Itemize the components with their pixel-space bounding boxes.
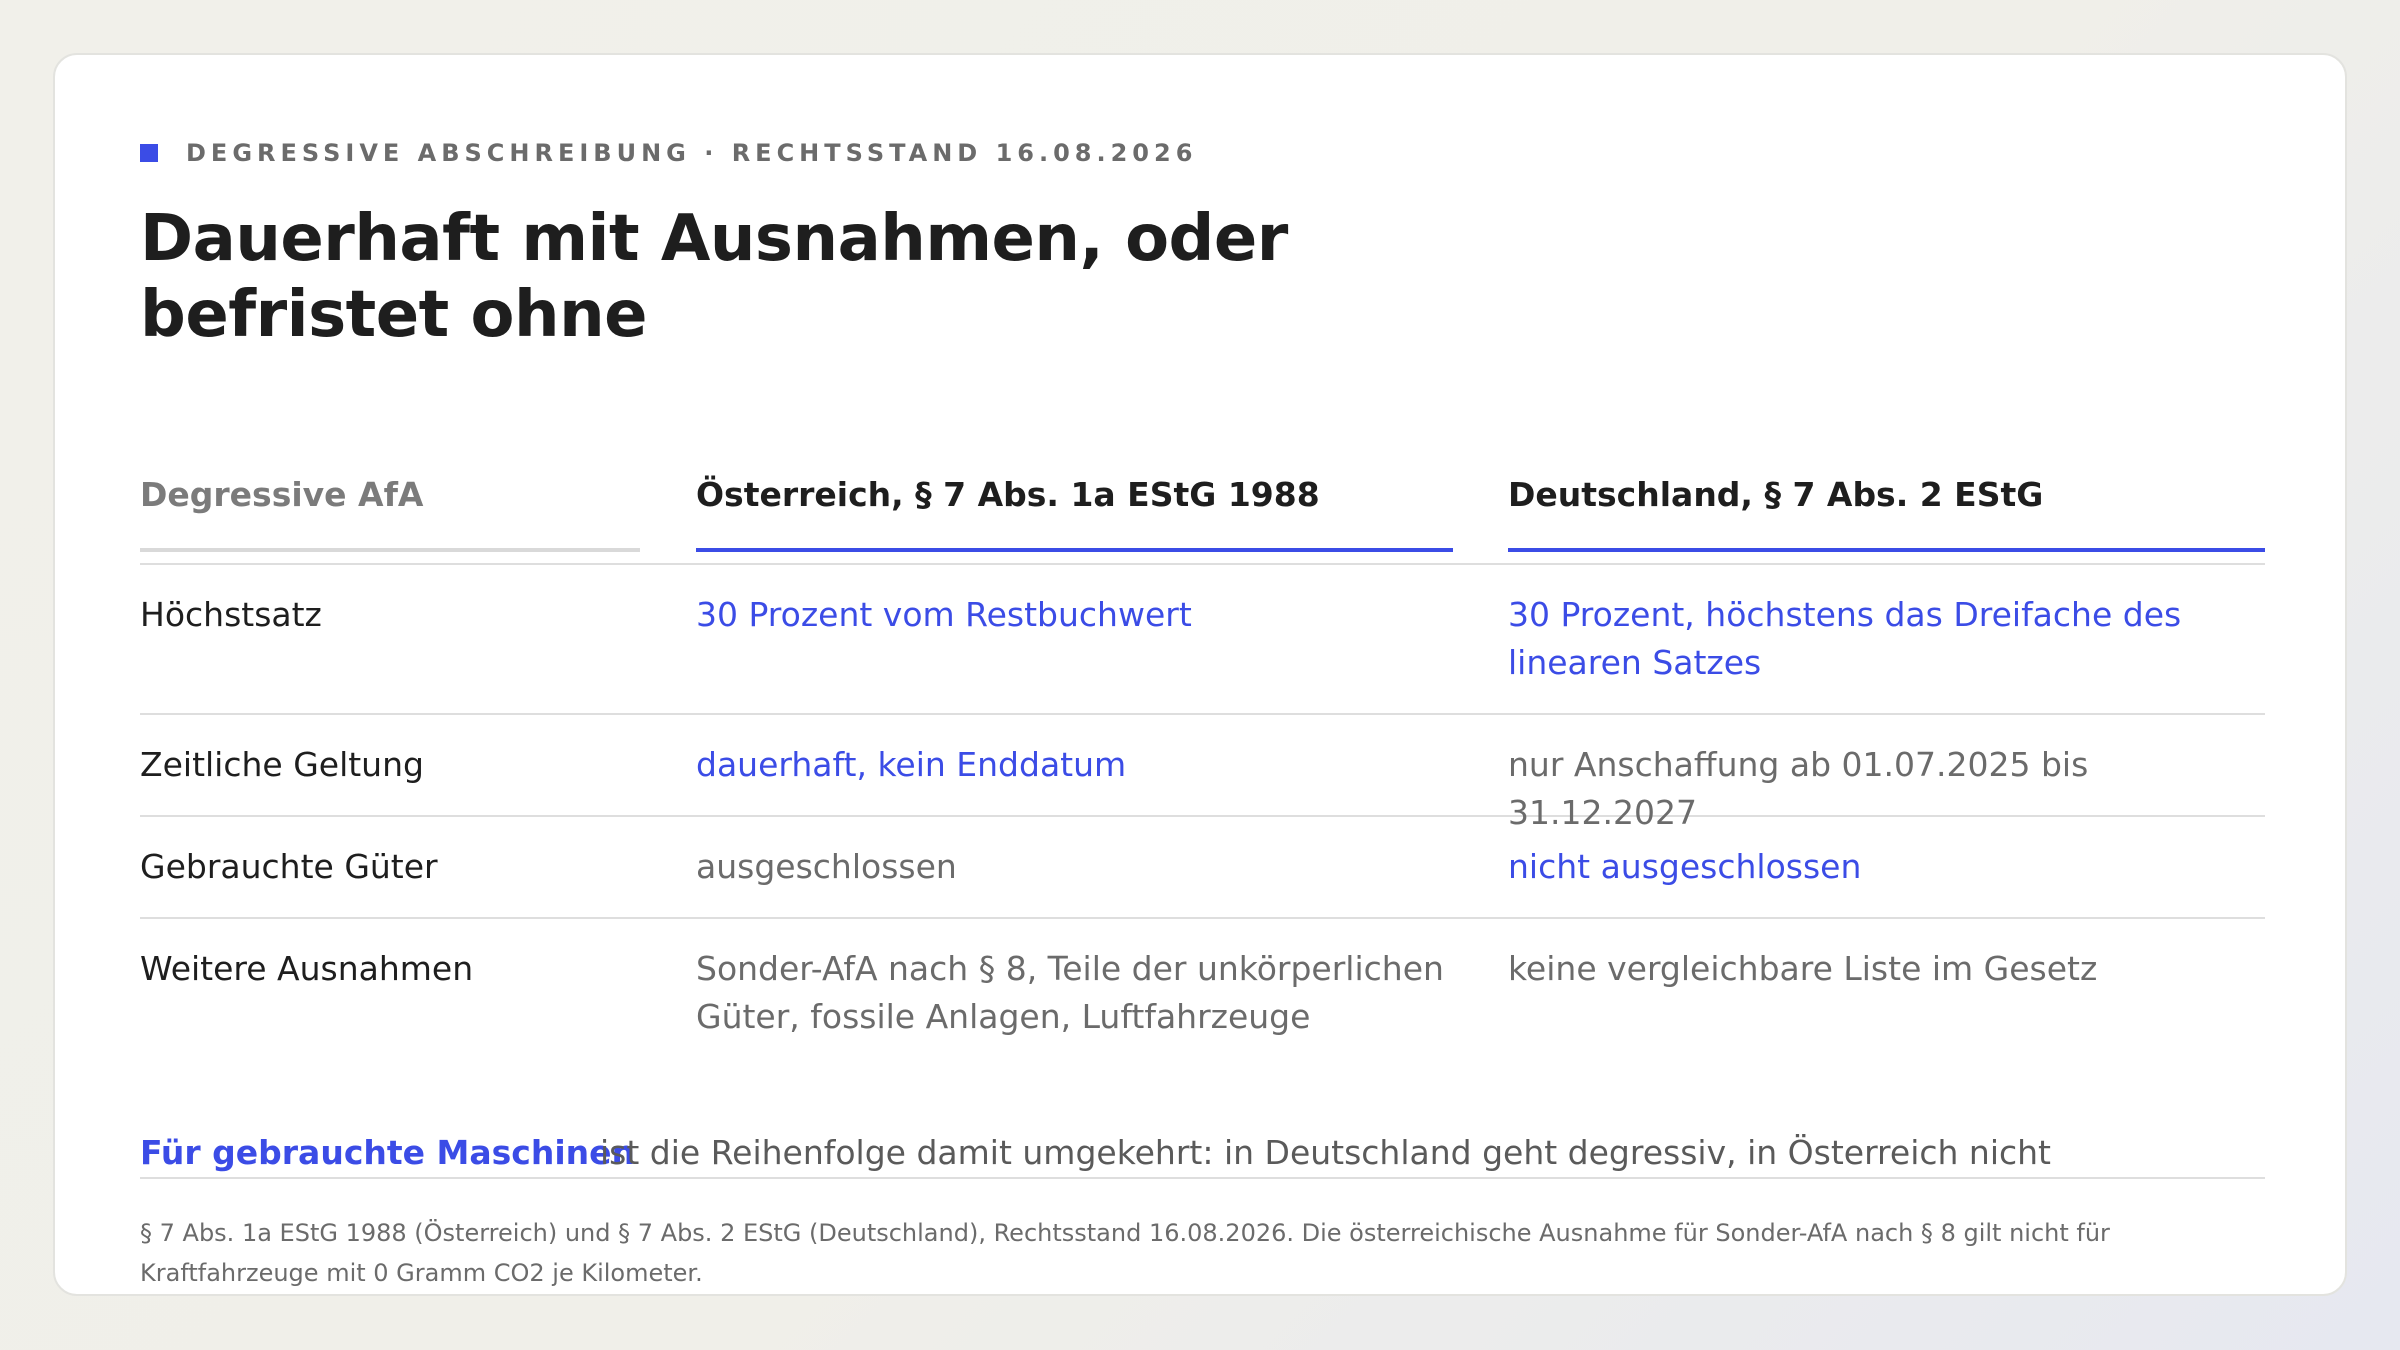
column-header-austria: Österreich, § 7 Abs. 1a EStG 1988 (696, 465, 1453, 552)
row-label: Gebrauchte Güter (140, 847, 438, 886)
title-line-2: befristet ohne (140, 278, 648, 352)
footnote-line-2: Kraftfahrzeuge mit 0 Gramm CO2 je Kilome… (140, 1259, 703, 1287)
cell-germany: nicht ausgeschlossen (1508, 847, 1862, 886)
kicker-text: DEGRESSIVE ABSCHREIBUNG · RECHTSSTAND 16… (186, 139, 1198, 167)
table-row-gebrauchte-gueter: Gebrauchte Güter ausgeschlossen nicht au… (140, 817, 2265, 919)
row-label: Weitere Ausnahmen (140, 949, 474, 988)
summary-text: ist die Reihenfolge damit umgekehrt: in … (600, 1133, 2052, 1172)
column-header-feature: Degressive AfA (140, 465, 640, 552)
row-label: Höchstsatz (140, 595, 322, 634)
cell-germany-line-2: linearen Satzes (1508, 643, 1762, 682)
table-row-zeitliche-geltung: Zeitliche Geltung dauerhaft, kein Enddat… (140, 715, 2265, 832)
summary-line: Für gebrauchte Maschinen ist die Reihenf… (140, 1125, 2265, 1179)
cell-austria-line-2: Güter, fossile Anlagen, Luftfahrzeuge (696, 997, 1311, 1036)
title-line-1: Dauerhaft mit Ausnahmen, oder (140, 202, 1288, 276)
footnote: § 7 Abs. 1a EStG 1988 (Österreich) und §… (140, 1213, 2265, 1293)
footnote-line-1: § 7 Abs. 1a EStG 1988 (Österreich) und §… (140, 1219, 2110, 1247)
cell-germany: 30 Prozent, höchstens das Dreifache des … (1508, 591, 2265, 687)
cell-germany-line-1: 30 Prozent, höchstens das Dreifache des (1508, 595, 2182, 634)
row-label: Zeitliche Geltung (140, 745, 424, 784)
table-row-weitere-ausnahmen: Weitere Ausnahmen Sonder-AfA nach § 8, T… (140, 919, 2265, 1069)
accent-square-icon (140, 144, 158, 162)
comparison-card: DEGRESSIVE ABSCHREIBUNG · RECHTSSTAND 16… (53, 53, 2347, 1296)
cell-austria: 30 Prozent vom Restbuchwert (696, 595, 1192, 634)
cell-austria: ausgeschlossen (696, 847, 957, 886)
summary-lead: Für gebrauchte Maschinen (140, 1133, 635, 1172)
comparison-table: Degressive AfA Österreich, § 7 Abs. 1a E… (140, 465, 2265, 1069)
cell-austria: Sonder-AfA nach § 8, Teile der unkörperl… (696, 945, 1476, 1041)
cell-austria-line-1: Sonder-AfA nach § 8, Teile der unkörperl… (696, 949, 1444, 988)
table-header: Degressive AfA Österreich, § 7 Abs. 1a E… (140, 465, 2265, 565)
cell-germany: keine vergleichbare Liste im Gesetz (1508, 949, 2098, 988)
column-header-germany: Deutschland, § 7 Abs. 2 EStG (1508, 465, 2265, 552)
page-title: Dauerhaft mit Ausnahmen, oder befristet … (140, 201, 1340, 353)
cell-austria: dauerhaft, kein Enddatum (696, 745, 1127, 784)
table-row-hoechstsatz: Höchstsatz 30 Prozent vom Restbuchwert 3… (140, 565, 2265, 715)
kicker: DEGRESSIVE ABSCHREIBUNG · RECHTSSTAND 16… (140, 136, 1197, 170)
